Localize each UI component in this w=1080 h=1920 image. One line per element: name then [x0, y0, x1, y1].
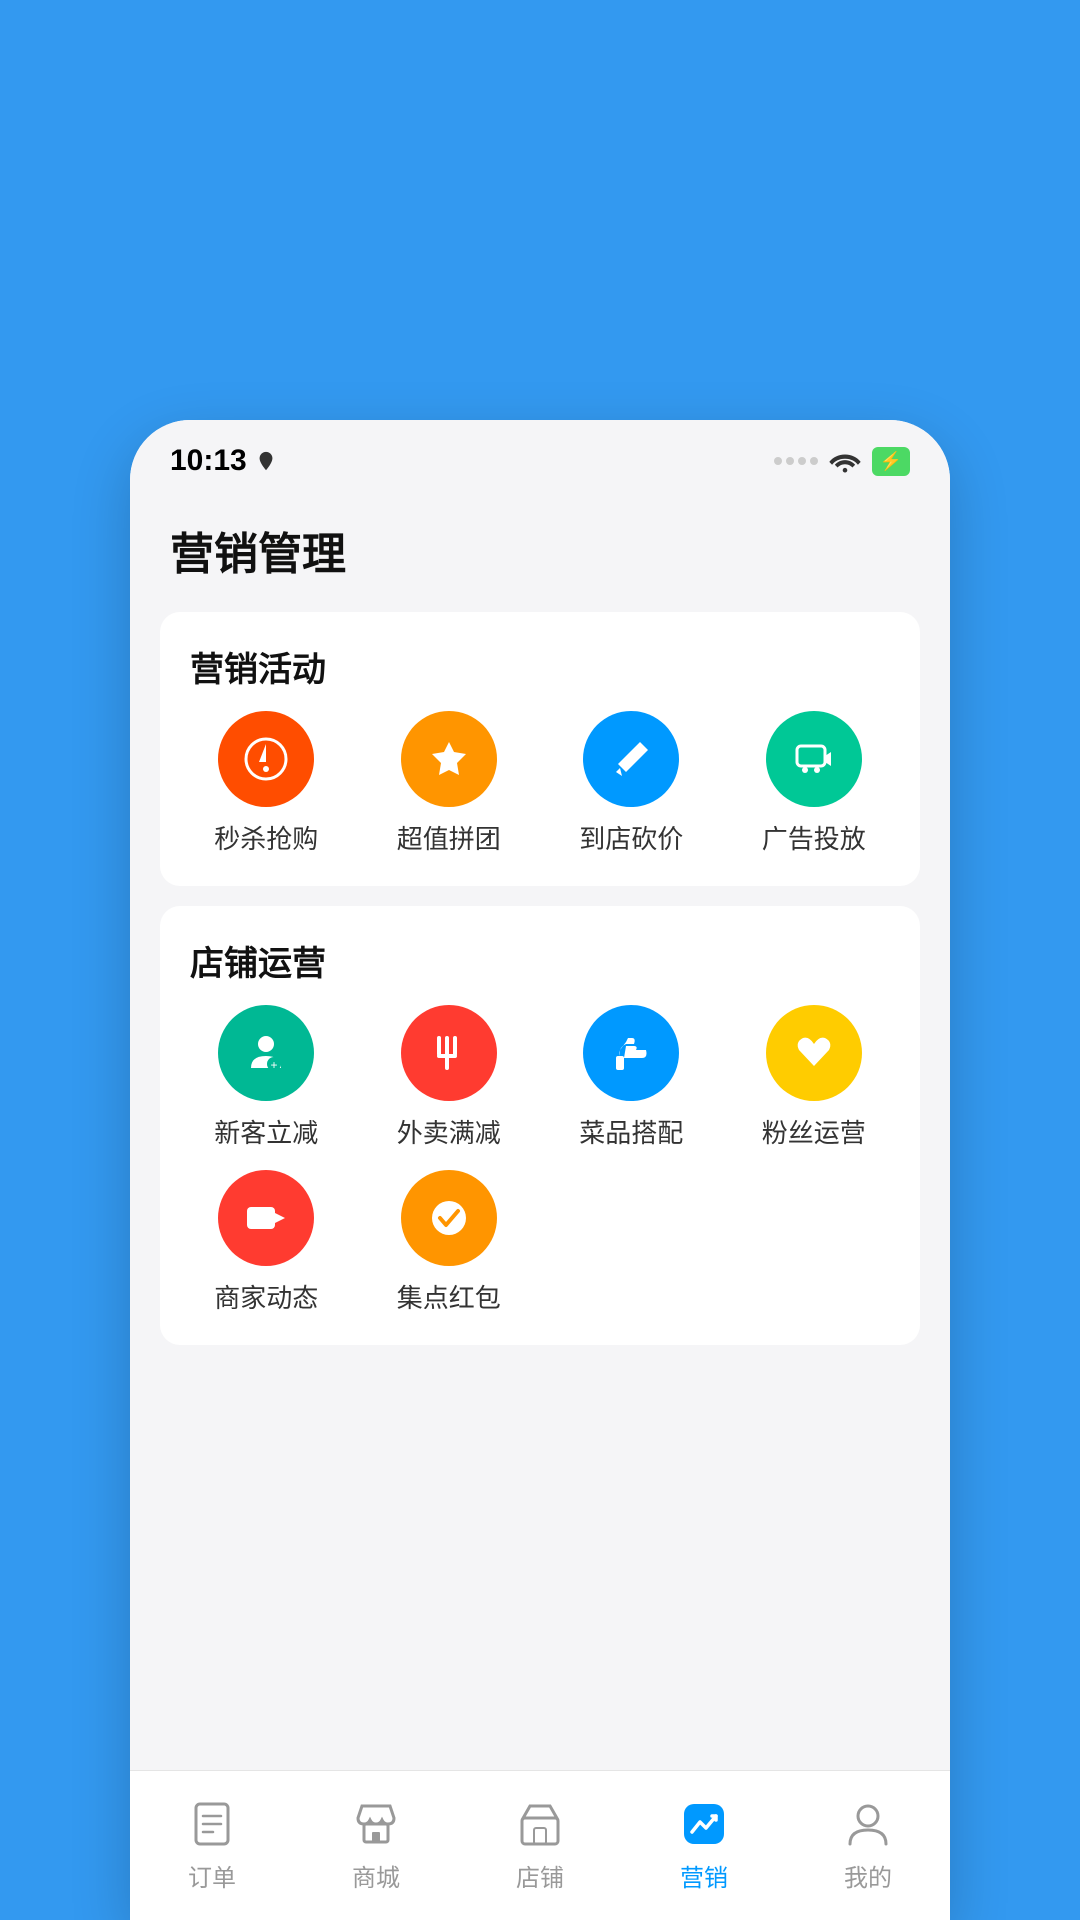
svg-text:+: + [271, 1058, 278, 1072]
caipindapei-label: 菜品搭配 [579, 1113, 683, 1150]
location-icon [255, 450, 277, 472]
kandanjia-label: 到店砍价 [579, 819, 683, 856]
bottom-navigation: 订单 商城 店铺 营销 [130, 1770, 950, 1920]
xinkelijian-label: 新客立减 [214, 1113, 318, 1150]
nav-marketing[interactable]: 营销 [622, 1798, 786, 1893]
content-page-title: 营销管理 [170, 518, 910, 582]
nav-order[interactable]: 订单 [130, 1798, 294, 1893]
page-content: 营销管理 营销活动 秒杀抢购 超值拼团 [130, 488, 950, 1774]
seckill-item[interactable]: 秒杀抢购 [180, 711, 353, 856]
nav-order-label: 订单 [188, 1858, 236, 1893]
pintuan-item[interactable]: 超值拼团 [363, 711, 536, 856]
store-icon [514, 1798, 566, 1850]
nav-marketing-label: 营销 [680, 1858, 728, 1893]
wifi-icon [828, 449, 862, 473]
nav-profile-label: 我的 [844, 1858, 892, 1893]
marketing-activities-title: 营销活动 [180, 642, 900, 711]
store-operations-title: 店铺运营 [180, 936, 900, 1005]
status-time: 10:13 [170, 444, 277, 478]
shop-icon [350, 1798, 402, 1850]
caipindapei-icon [583, 1005, 679, 1101]
waimaiman-item[interactable]: 外卖满减 [363, 1005, 536, 1150]
jidianhongbao-icon [401, 1170, 497, 1266]
store-operations-grid: + 新客立减 外卖满减 [180, 1005, 900, 1315]
nav-store-label: 店铺 [516, 1858, 564, 1893]
marketing-activities-card: 营销活动 秒杀抢购 超值拼团 [160, 612, 920, 886]
jidianhongbao-item[interactable]: 集点红包 [363, 1170, 536, 1315]
pintuan-label: 超值拼团 [397, 819, 501, 856]
status-icons: ⚡ [774, 447, 910, 476]
seckill-icon [218, 711, 314, 807]
shangjiadongtai-item[interactable]: 商家动态 [180, 1170, 353, 1315]
nav-store[interactable]: 店铺 [458, 1798, 622, 1893]
signal-icon [774, 457, 818, 465]
guanggao-item[interactable]: 广告投放 [728, 711, 901, 856]
kandanjia-icon [583, 711, 679, 807]
marketing-activities-grid: 秒杀抢购 超值拼团 到店砍价 [180, 711, 900, 856]
xinkelijian-item[interactable]: + 新客立减 [180, 1005, 353, 1150]
order-icon [186, 1798, 238, 1850]
seckill-label: 秒杀抢购 [214, 819, 318, 856]
guanggao-label: 广告投放 [762, 819, 866, 856]
status-bar: 10:13 ⚡ [130, 420, 950, 488]
store-operations-card: 店铺运营 + 新客立减 [160, 906, 920, 1345]
waimaiman-icon [401, 1005, 497, 1101]
profile-icon [842, 1798, 894, 1850]
pintuan-icon [401, 711, 497, 807]
page-header: 营销管理 [130, 488, 950, 602]
battery-icon: ⚡ [872, 447, 910, 476]
fensiyunying-label: 粉丝运营 [762, 1113, 866, 1150]
guanggao-icon [766, 711, 862, 807]
shangjiadongtai-label: 商家动态 [214, 1278, 318, 1315]
caipindapei-item[interactable]: 菜品搭配 [545, 1005, 718, 1150]
fensiyunying-icon [766, 1005, 862, 1101]
kandanjia-item[interactable]: 到店砍价 [545, 711, 718, 856]
marketing-icon [678, 1798, 730, 1850]
nav-shop[interactable]: 商城 [294, 1798, 458, 1893]
shangjiadongtai-icon [218, 1170, 314, 1266]
nav-shop-label: 商城 [352, 1858, 400, 1893]
fensiyunying-item[interactable]: 粉丝运营 [728, 1005, 901, 1150]
waimaiman-label: 外卖满减 [397, 1113, 501, 1150]
jidianhongbao-label: 集点红包 [397, 1278, 501, 1315]
phone-mockup: 10:13 ⚡ 营销管理 [130, 420, 950, 1920]
xinkelijian-icon: + [218, 1005, 314, 1101]
nav-profile[interactable]: 我的 [786, 1798, 950, 1893]
